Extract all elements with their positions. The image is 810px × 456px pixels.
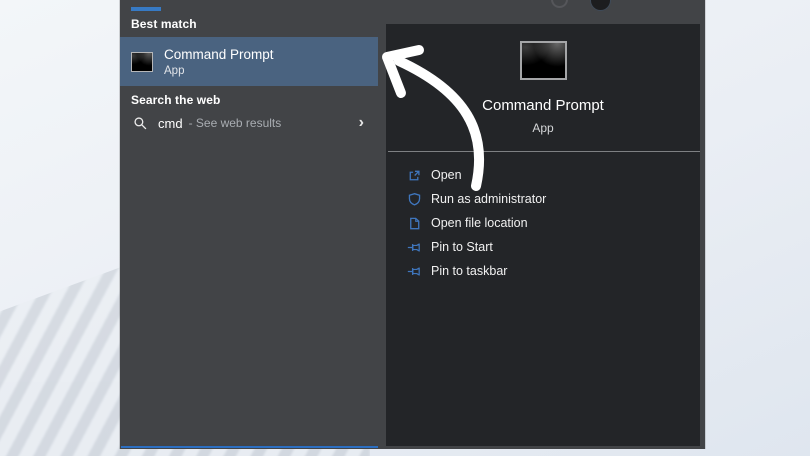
search-box-focus-border xyxy=(121,446,378,448)
action-label: Open xyxy=(431,168,462,182)
command-prompt-icon xyxy=(131,51,153,72)
result-subtitle: App xyxy=(164,64,185,77)
web-result-hint: - See web results xyxy=(188,116,282,130)
preview-subtitle: App xyxy=(532,121,554,135)
action-open[interactable]: Open xyxy=(386,163,700,187)
pin-icon xyxy=(407,264,422,279)
windows-search-flyout: Best match Command Prompt App Search the… xyxy=(120,0,705,449)
chevron-right-icon[interactable]: › xyxy=(359,113,364,133)
command-prompt-icon xyxy=(519,41,567,80)
action-label: Pin to taskbar xyxy=(431,264,508,278)
pin-icon xyxy=(407,240,422,255)
open-icon xyxy=(407,168,422,183)
preview-divider xyxy=(388,151,700,152)
top-bar-circle-icon xyxy=(551,0,568,8)
best-match-header: Best match xyxy=(131,17,197,31)
user-avatar[interactable] xyxy=(590,0,611,11)
action-label: Pin to Start xyxy=(431,240,493,254)
result-title: Command Prompt xyxy=(164,46,274,62)
action-label: Run as administrator xyxy=(431,192,547,206)
best-match-texts: Command Prompt App xyxy=(164,46,274,78)
action-pin-to-start[interactable]: Pin to Start xyxy=(386,235,700,259)
action-menu: Open Run as administrator Open file loca… xyxy=(386,163,700,283)
result-preview-pane: Command Prompt App Open Run as administr… xyxy=(386,24,700,446)
action-open-file-location[interactable]: Open file location xyxy=(386,211,700,235)
action-run-as-administrator[interactable]: Run as administrator xyxy=(386,187,700,211)
active-tab-indicator xyxy=(131,7,161,11)
action-label: Open file location xyxy=(431,216,528,230)
preview-title: Command Prompt xyxy=(482,97,604,114)
best-match-result-command-prompt[interactable]: Command Prompt App xyxy=(120,37,378,86)
web-search-result-row[interactable]: cmd - See web results › xyxy=(120,108,378,138)
search-the-web-header: Search the web xyxy=(131,93,221,107)
web-query-text: cmd xyxy=(158,115,183,131)
file-location-icon xyxy=(407,216,422,231)
desktop-background: Best match Command Prompt App Search the… xyxy=(0,0,810,456)
magnifier-icon xyxy=(134,116,147,129)
action-pin-to-taskbar[interactable]: Pin to taskbar xyxy=(386,259,700,283)
admin-shield-icon xyxy=(407,192,422,207)
